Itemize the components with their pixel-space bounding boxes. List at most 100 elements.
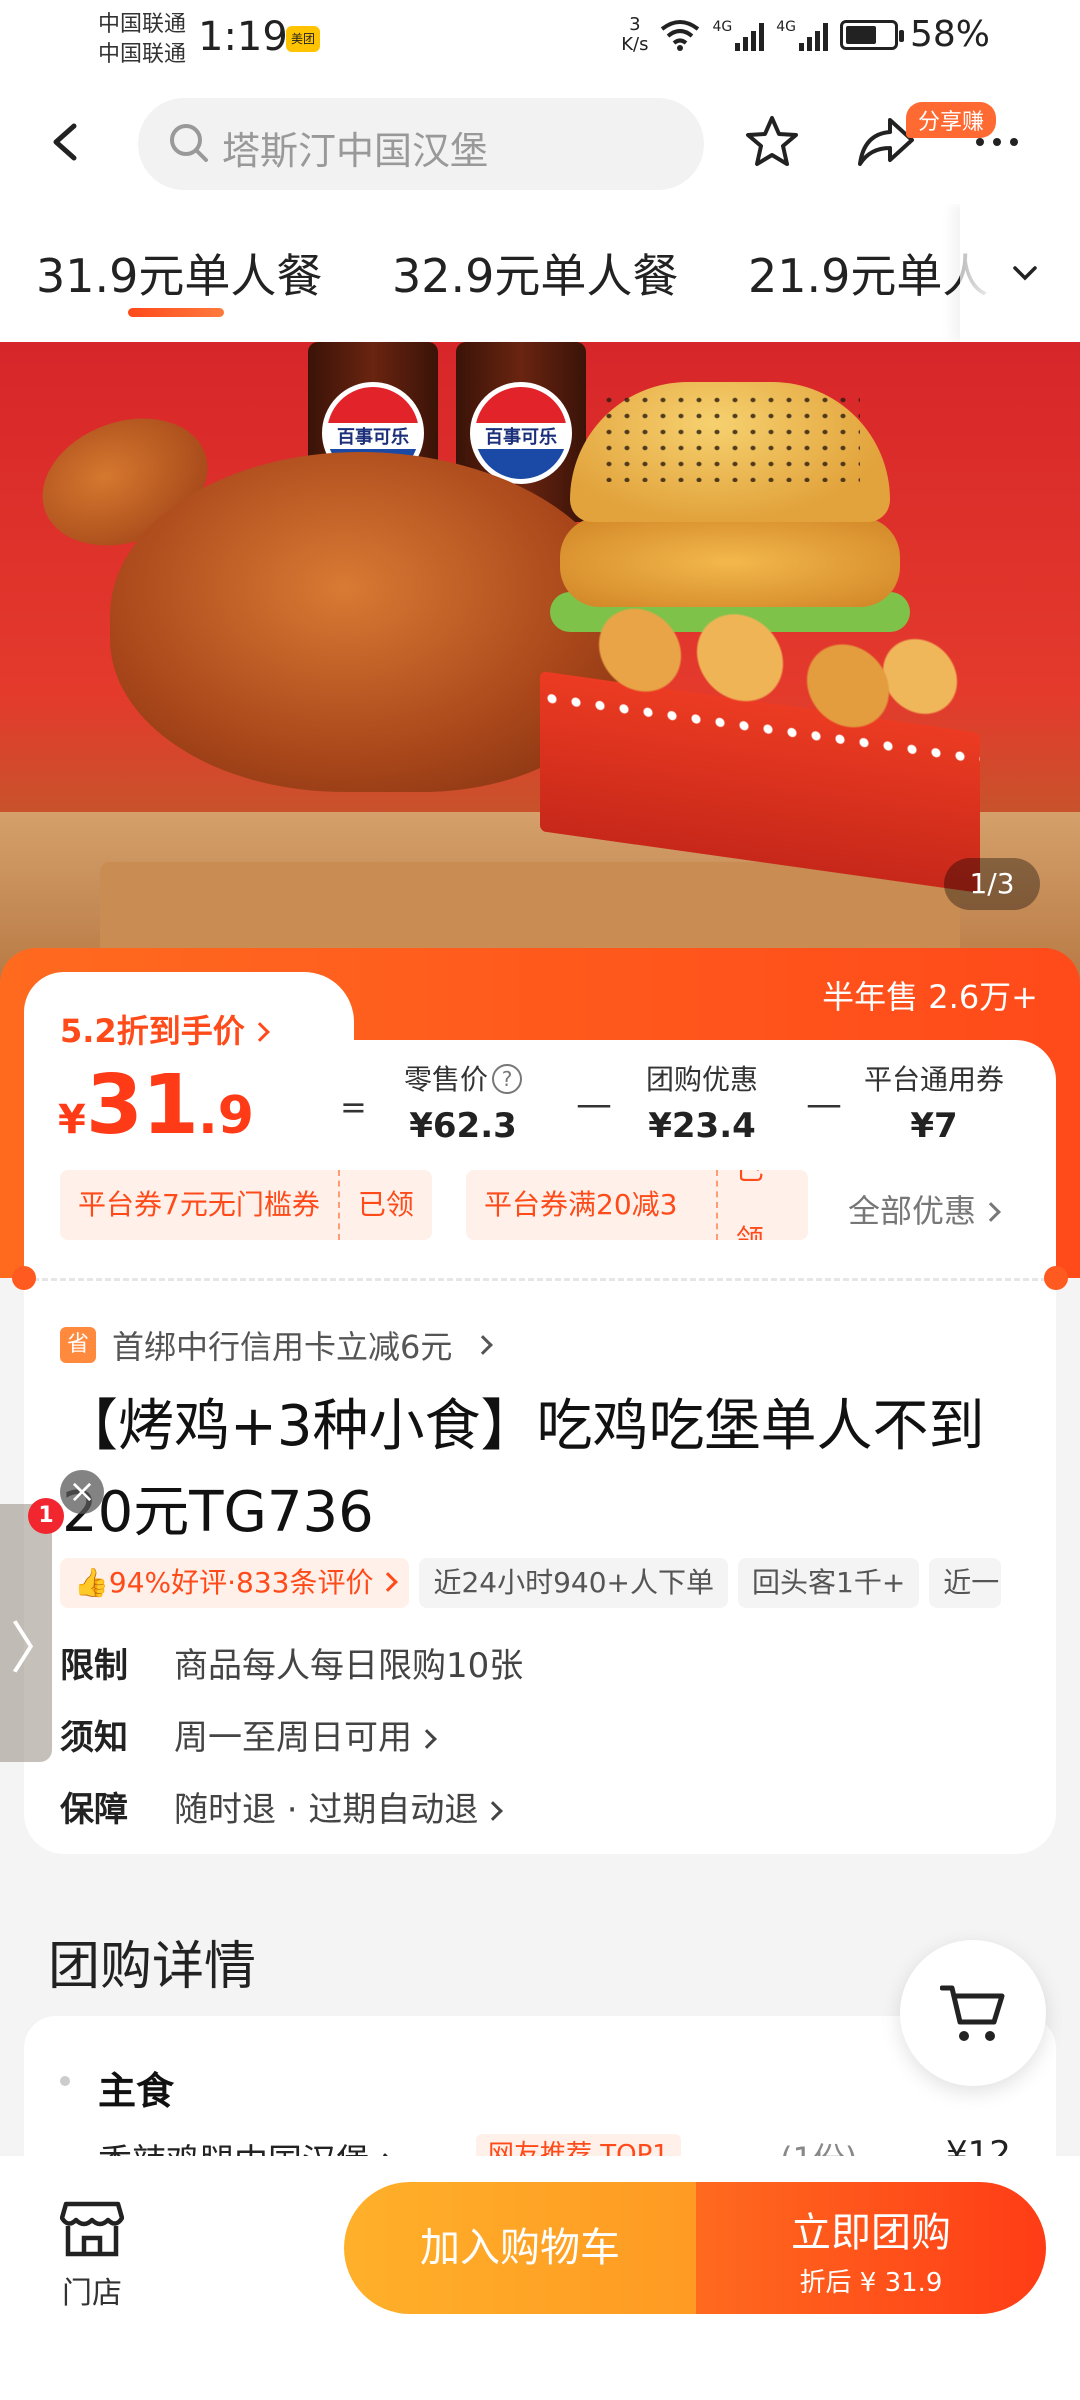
- net-speed-unit: K/s: [621, 33, 649, 55]
- product-image-carousel[interactable]: 百事可乐 百事可乐: [0, 342, 1080, 982]
- coupon-2-text: 平台券满20减3元: [466, 1170, 718, 1240]
- minus-sign-1: —: [576, 1084, 612, 1125]
- repeat-customers-tag: 回头客1千+: [738, 1558, 920, 1608]
- guarantee-row[interactable]: 保障 随时退 · 过期自动退: [60, 1782, 504, 1831]
- signal-icon-1: 4G: [712, 18, 765, 51]
- notice-row[interactable]: 须知 周一至周日可用: [60, 1710, 437, 1759]
- coupon-1-status: 已领: [357, 1188, 414, 1221]
- tab-package-3[interactable]: 21.9元单人: [748, 240, 988, 306]
- divider: [24, 1278, 1056, 1281]
- orders-tag: 近24小时940+人下单: [419, 1558, 729, 1608]
- group-discount-value: ¥23.4: [648, 1106, 756, 1146]
- retail-price-label: 零售价: [404, 1063, 489, 1096]
- more-tag: 近一: [929, 1558, 1002, 1608]
- net-speed-value: 3: [629, 13, 641, 35]
- discount-price-text: 5.2折到手价: [60, 1012, 245, 1050]
- bank-card-promo[interactable]: 省 首绑中行信用卡立减6元: [60, 1322, 494, 1368]
- final-price-currency: ¥: [58, 1097, 86, 1143]
- chevron-right-icon: [249, 1022, 270, 1042]
- chevron-down-icon[interactable]: [1012, 264, 1038, 282]
- signal-1-label: 4G: [712, 18, 733, 35]
- save-icon: 省: [60, 1327, 96, 1363]
- back-arrow-icon[interactable]: [46, 122, 86, 162]
- limit-key: 限制: [60, 1646, 128, 1686]
- search-placeholder: 塔斯汀中国汉堡: [222, 129, 489, 173]
- favorite-star-icon[interactable]: [744, 114, 800, 170]
- equals-sign: =: [340, 1088, 367, 1126]
- search-input[interactable]: 塔斯汀中国汉堡: [138, 98, 704, 190]
- notice-key: 须知: [60, 1718, 128, 1758]
- buy-now-label: 立即团购: [791, 2210, 951, 2256]
- detail-group-name: 主食: [98, 2069, 175, 2113]
- bullet: [60, 2076, 70, 2086]
- retail-price: 零售价? ¥62.3: [404, 1058, 523, 1146]
- product-title: 【烤鸡+3种小食】吃鸡吃堡单人不到20元TG736: [62, 1394, 985, 1545]
- product-tags: 👍94%好评·833条评价 近24小时940+人下单 回头客1千+ 近一: [60, 1558, 1002, 1608]
- cart-button[interactable]: [900, 1940, 1046, 2086]
- rating-text: 94%好评·833条评价: [108, 1566, 374, 1599]
- store-label: 门店: [62, 2276, 122, 2311]
- ticket-notch-right: [1044, 1266, 1068, 1290]
- bank-promo-text: 首绑中行信用卡立减6元: [112, 1328, 453, 1366]
- signal-2-label: 4G: [776, 18, 796, 35]
- notice-value: 周一至周日可用: [174, 1718, 412, 1758]
- tab-package-1[interactable]: 31.9元单人餐: [36, 240, 322, 317]
- cart-icon: [940, 1985, 1005, 2041]
- platform-coupon: 平台通用券 ¥7: [864, 1058, 1004, 1146]
- platform-coupon-value: ¥7: [910, 1106, 958, 1146]
- store-button[interactable]: 门店: [59, 2200, 125, 2312]
- share-earn-badge[interactable]: 分享赚: [906, 102, 997, 138]
- platform-coupon-label: 平台通用券: [864, 1063, 1005, 1096]
- carrier-2: 中国联通: [98, 42, 187, 67]
- top-navigation: 塔斯汀中国汉堡 分享赚: [0, 84, 1080, 204]
- limit-value: 商品每人每日限购10张: [174, 1646, 524, 1686]
- more-options-icon[interactable]: [976, 138, 1018, 146]
- group-detail-title: 团购详情: [48, 1937, 257, 1997]
- coupon-1[interactable]: 平台券7元无门槛券 已领: [60, 1170, 432, 1240]
- chevron-right-icon: [483, 1801, 504, 1821]
- guarantee-key: 保障: [60, 1790, 128, 1830]
- all-promotions-link[interactable]: 全部优惠: [848, 1186, 1001, 1232]
- all-promotions-text: 全部优惠: [848, 1192, 977, 1230]
- ticket-notch-left: [12, 1266, 36, 1290]
- status-bar: 中国联通 中国联通 1:19 美团 3 K/s 4G 4G 58%: [0, 0, 1080, 84]
- thumbs-up-icon: 👍: [74, 1566, 109, 1599]
- carrier-1: 中国联通: [98, 12, 187, 37]
- chevron-right-icon: [981, 1202, 1001, 1222]
- buy-now-button[interactable]: 立即团购 折后 ¥ 31.9: [696, 2182, 1046, 2314]
- cola-can-1-logo-text: 百事可乐: [327, 423, 419, 449]
- chevron-right-icon: [417, 1729, 437, 1749]
- final-price-int: 31: [85, 1058, 199, 1153]
- discount-price-label[interactable]: 5.2折到手价: [60, 1006, 270, 1052]
- group-discount-label: 团购优惠: [646, 1063, 759, 1096]
- group-discount: 团购优惠 ¥23.4: [646, 1058, 758, 1146]
- rating-tag[interactable]: 👍94%好评·833条评价: [60, 1558, 410, 1608]
- wifi-icon: [661, 19, 700, 51]
- store-icon: [59, 2201, 125, 2257]
- package-tabs: 31.9元单人餐 32.9元单人餐 21.9元单人: [0, 204, 1080, 342]
- buy-now-sub: 折后 ¥ 31.9: [799, 2268, 943, 2298]
- notification-badge: 1: [28, 1498, 64, 1534]
- guarantee-value: 随时退 · 过期自动退: [174, 1790, 479, 1830]
- add-to-cart-button[interactable]: 加入购物车: [344, 2182, 696, 2314]
- image-pager: 1/3: [944, 858, 1040, 910]
- coupon-2[interactable]: 平台券满20减3元 已领: [466, 1170, 808, 1240]
- retail-price-value: ¥62.3: [409, 1106, 517, 1146]
- carrier-info: 中国联通 中国联通: [98, 10, 186, 70]
- final-price: ¥31.9: [58, 1058, 254, 1153]
- limit-row: 限制 商品每人每日限购10张: [60, 1638, 523, 1687]
- final-price-dec: .9: [197, 1086, 254, 1146]
- floating-side-handle[interactable]: 〉: [0, 1504, 66, 1762]
- close-icon[interactable]: ×: [60, 1470, 104, 1514]
- chevron-right-icon: 〉: [10, 1617, 66, 1682]
- half-year-sales: 半年售 2.6万+: [822, 978, 1038, 1016]
- status-icons: 3 K/s 4G 4G 58%: [621, 14, 990, 55]
- tab-package-2[interactable]: 32.9元单人餐: [392, 240, 678, 306]
- battery-icon: [839, 19, 904, 50]
- net-speed: 3 K/s: [621, 13, 649, 55]
- chevron-right-icon: [378, 1572, 399, 1592]
- meituan-notification-icon: 美团: [286, 26, 320, 52]
- search-icon: [170, 124, 208, 162]
- minus-sign-2: —: [806, 1084, 842, 1125]
- help-icon[interactable]: ?: [492, 1064, 523, 1094]
